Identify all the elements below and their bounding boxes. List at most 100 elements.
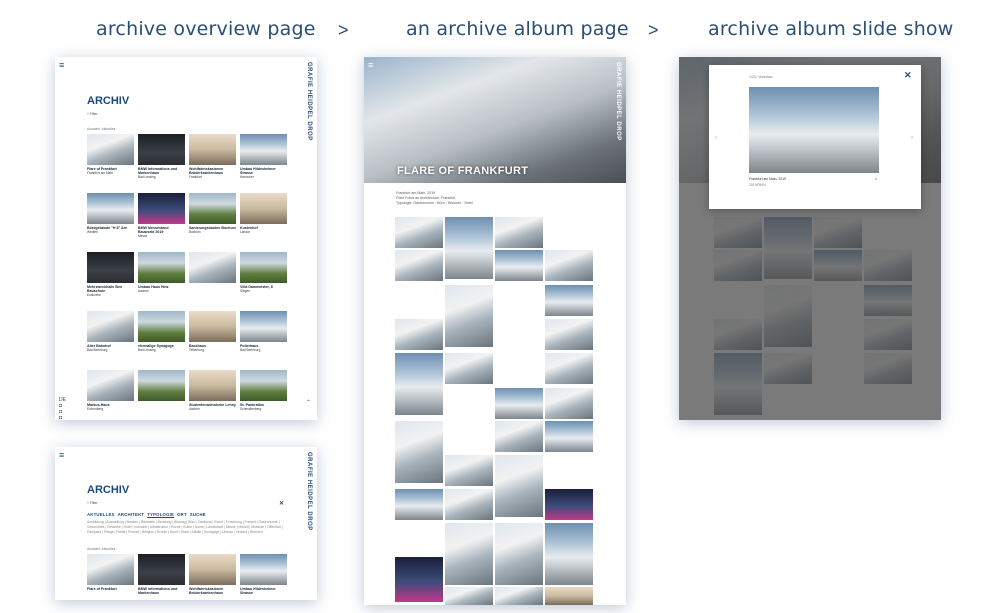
album-photo[interactable] xyxy=(545,250,593,281)
archive-item[interactable]: Polierhaus Bad Berleburg xyxy=(240,311,287,370)
archive-item-thumbnail[interactable] xyxy=(240,252,287,283)
archive-item-thumbnail[interactable] xyxy=(189,193,236,224)
archive-item[interactable]: BMW Informations und Markenhaus Bad Lessi… xyxy=(138,134,185,193)
album-photo[interactable] xyxy=(445,217,493,279)
archive-item-title[interactable]: BMW Informations und Markenhaus xyxy=(138,587,185,595)
album-photo[interactable] xyxy=(395,557,443,602)
next-slide-icon[interactable]: › xyxy=(911,135,913,141)
archive-item-thumbnail[interactable] xyxy=(138,370,185,401)
brand-logo[interactable]: GRAFIE HEIDPEL DROP xyxy=(306,452,312,531)
archive-item-thumbnail[interactable] xyxy=(189,370,236,401)
archive-item-thumbnail[interactable] xyxy=(189,311,236,342)
archive-item[interactable]: Backhaus Telkerburg xyxy=(189,311,236,370)
album-photo[interactable] xyxy=(545,319,593,350)
archive-item-title[interactable]: Umbau Hildesheimer Strasse xyxy=(240,587,287,595)
archive-item[interactable]: Umbau Haus Hinz Aachen xyxy=(138,252,185,311)
archive-item-title[interactable]: Wohlfahrtskasionen Brüderkrankenhaus xyxy=(189,167,236,175)
album-photo[interactable] xyxy=(495,523,543,585)
archive-item[interactable]: Mehrzweckhalle Ben Bauschule Euskirche xyxy=(87,252,134,311)
archive-item-thumbnail[interactable] xyxy=(87,554,134,585)
archive-item[interactable]: Umbau Hildesheimer Strasse Hannover xyxy=(240,134,287,193)
album-photo[interactable] xyxy=(445,455,493,486)
filter-tab-architekt[interactable]: ARCHITEKT xyxy=(118,512,145,517)
archive-item[interactable]: Umbau Hildesheimer Strasse xyxy=(240,554,287,600)
archive-item[interactable]: Studentenwohnheim Lenny Aachen xyxy=(189,370,236,420)
archive-item-thumbnail[interactable] xyxy=(189,554,236,585)
archive-item-thumbnail[interactable] xyxy=(87,311,134,342)
archive-item-thumbnail[interactable] xyxy=(138,554,185,585)
typology-list[interactable]: Ausbildung | Ausstellung | Banken | Baus… xyxy=(87,520,292,535)
archive-item[interactable]: Wohlfahrtskasionen Brüderkrankenhaus xyxy=(189,554,236,600)
album-photo[interactable] xyxy=(395,250,443,281)
album-photo[interactable] xyxy=(395,217,443,248)
close-icon[interactable]: ✕ xyxy=(904,70,912,81)
album-photo[interactable] xyxy=(545,523,593,585)
archive-item-thumbnail[interactable] xyxy=(240,311,287,342)
scroll-up-icon[interactable]: ⌃ xyxy=(306,399,311,406)
archive-item[interactable]: Villa Dammeister, 8 Siegen xyxy=(240,252,287,311)
archive-item-thumbnail[interactable] xyxy=(138,134,185,165)
filter-tab-aktuelles[interactable]: AKTUELLES xyxy=(87,512,115,517)
archive-item-thumbnail[interactable] xyxy=(138,193,185,224)
album-photo[interactable] xyxy=(445,489,493,520)
album-photo[interactable] xyxy=(545,285,593,316)
archive-item[interactable]: Flare of Frankfurt xyxy=(87,554,134,600)
album-photo[interactable] xyxy=(395,421,443,483)
archive-item[interactable]: Wohlfahrtskasionen Brüderkrankenhaus Fran… xyxy=(189,134,236,193)
archive-item[interactable] xyxy=(138,370,185,420)
archive-item-title[interactable]: Umbau Hildesheimer Strasse xyxy=(240,167,287,175)
brand-logo[interactable]: GRAFIE HEIDPEL DROP xyxy=(615,62,621,141)
album-photo[interactable] xyxy=(445,587,493,605)
archive-item[interactable]: Kustenhof Landar xyxy=(240,193,287,252)
album-photo[interactable] xyxy=(545,353,593,384)
archive-item-thumbnail[interactable] xyxy=(87,252,134,283)
archive-item-thumbnail[interactable] xyxy=(87,370,134,401)
hamburger-icon[interactable]: ≡ xyxy=(59,451,67,460)
album-photo[interactable] xyxy=(545,489,593,520)
filter-tab-suche[interactable]: SUCHE xyxy=(190,512,206,517)
album-photo[interactable] xyxy=(445,523,493,585)
archive-item[interactable]: Bürogebäude "H 8" Am Wedfen xyxy=(87,193,134,252)
filter-link[interactable]: + Filter xyxy=(87,501,97,505)
archive-item[interactable]: Markus-Haus Eichenberg xyxy=(87,370,134,420)
album-photo[interactable] xyxy=(545,421,593,452)
archive-item-title[interactable]: BMW Messestand Bauworld 2019 xyxy=(138,226,185,234)
filter-link[interactable]: + Filter xyxy=(87,112,97,116)
archive-item[interactable] xyxy=(189,252,236,311)
archive-item-thumbnail[interactable] xyxy=(87,134,134,165)
archive-item-thumbnail[interactable] xyxy=(138,252,185,283)
archive-item-thumbnail[interactable] xyxy=(240,134,287,165)
filter-tab-ort[interactable]: ORT xyxy=(177,512,187,517)
archive-item[interactable]: BMW Informations und Markenhaus xyxy=(138,554,185,600)
album-photo[interactable] xyxy=(395,353,443,415)
close-filter-icon[interactable]: ✕ xyxy=(279,500,284,507)
album-photo[interactable] xyxy=(445,353,493,384)
archive-item[interactable]: ehemalige Synagoge Bad Lessing xyxy=(138,311,185,370)
archive-item[interactable]: BMW Messestand Bauworld 2019 Messe xyxy=(138,193,185,252)
social-icon[interactable]: ◘ xyxy=(59,415,66,420)
album-photo[interactable] xyxy=(495,388,543,419)
archive-item-thumbnail[interactable] xyxy=(240,370,287,401)
archive-item-thumbnail[interactable] xyxy=(240,193,287,224)
album-photo[interactable] xyxy=(395,319,443,350)
archive-item-title[interactable]: BMW Informations und Markenhaus xyxy=(138,167,185,175)
album-photo[interactable] xyxy=(395,489,443,520)
archive-item-thumbnail[interactable] xyxy=(189,134,236,165)
album-photo[interactable] xyxy=(495,250,543,281)
archive-item[interactable]: Alter Bahnhof Bad Berleburg xyxy=(87,311,134,370)
album-photo[interactable] xyxy=(545,388,593,419)
archive-item[interactable]: St. Pankratius Schmallenberg xyxy=(240,370,287,420)
archive-item[interactable]: Sanierungsbauten Bochum Bochum xyxy=(189,193,236,252)
archive-item-title[interactable]: Flare of Frankfurt xyxy=(87,587,134,591)
archive-item-thumbnail[interactable] xyxy=(240,554,287,585)
album-photo[interactable] xyxy=(495,217,543,248)
album-photo[interactable] xyxy=(545,587,593,605)
filter-tab-typologie[interactable]: TYPOLOGIE xyxy=(147,512,174,517)
album-photo[interactable] xyxy=(495,455,543,517)
brand-logo[interactable]: GRAFIE HEIDPEL DROP xyxy=(306,62,312,141)
archive-item-thumbnail[interactable] xyxy=(138,311,185,342)
album-photo[interactable] xyxy=(495,587,543,605)
hamburger-icon[interactable]: ≡ xyxy=(368,61,376,70)
archive-item-thumbnail[interactable] xyxy=(189,252,236,283)
archive-item-title[interactable]: Wohlfahrtskasionen Brüderkrankenhaus xyxy=(189,587,236,595)
